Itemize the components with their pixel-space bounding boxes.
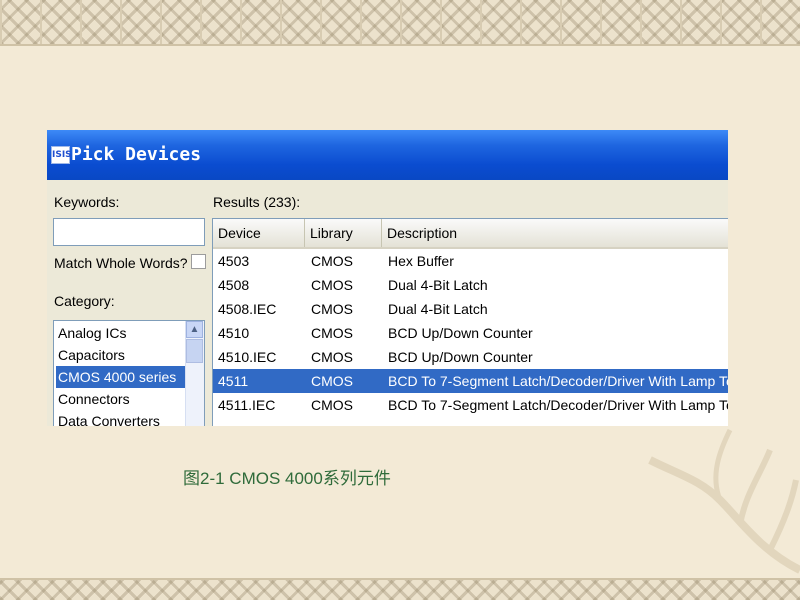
scroll-thumb[interactable]	[186, 339, 203, 363]
figure-caption: 图2-1 CMOS 4000系列元件	[183, 469, 391, 488]
device-cell: 4508.IEC	[218, 301, 277, 317]
description-cell: Hex Buffer	[388, 253, 454, 269]
table-row[interactable]: 4503 CMOS Hex Buffer	[213, 249, 728, 273]
table-row[interactable]: 4511.IEC CMOS BCD To 7-Segment Latch/Dec…	[213, 393, 728, 417]
device-cell: 4510	[218, 325, 250, 341]
library-cell: CMOS	[311, 301, 353, 317]
match-whole-words-checkbox[interactable]	[191, 254, 206, 269]
device-cell: 4503	[218, 253, 250, 269]
description-cell: BCD To 7-Segment Latch/Decoder/Driver Wi…	[388, 397, 728, 413]
library-cell: CMOS	[311, 325, 353, 341]
library-cell: CMOS	[311, 253, 353, 269]
description-cell: BCD Up/Down Counter	[388, 325, 533, 341]
category-scrollbar[interactable]: ▲	[185, 321, 204, 426]
title-bar[interactable]: ISIS Pick Devices	[47, 130, 728, 180]
results-label: Results (233):	[213, 194, 301, 210]
scroll-up-icon[interactable]: ▲	[186, 321, 203, 338]
description-cell: Dual 4-Bit Latch	[388, 277, 488, 293]
keywords-label: Keywords:	[54, 194, 120, 210]
category-label: Category:	[54, 293, 115, 309]
category-item[interactable]: Data Converters	[56, 410, 186, 426]
dialog-title: Pick Devices	[71, 144, 202, 165]
library-cell: CMOS	[311, 277, 353, 293]
table-row[interactable]: 4508.IEC CMOS Dual 4-Bit Latch	[213, 297, 728, 321]
device-cell: 4508	[218, 277, 250, 293]
category-item[interactable]: Capacitors	[56, 344, 186, 366]
description-cell: BCD To 7-Segment Latch/Decoder/Driver Wi…	[388, 373, 728, 389]
table-row[interactable]: 4510 CMOS BCD Up/Down Counter	[213, 321, 728, 345]
column-header-description[interactable]: Description	[382, 219, 728, 247]
table-row[interactable]: 4508 CMOS Dual 4-Bit Latch	[213, 273, 728, 297]
category-item[interactable]: Analog ICs	[56, 322, 186, 344]
description-cell: BCD Up/Down Counter	[388, 349, 533, 365]
description-cell: Dual 4-Bit Latch	[388, 301, 488, 317]
column-header-device[interactable]: Device	[213, 219, 305, 247]
library-cell: CMOS	[311, 397, 353, 413]
library-cell: CMOS	[311, 349, 353, 365]
device-cell: 4511.IEC	[218, 397, 276, 413]
isis-app-icon: ISIS	[51, 146, 72, 164]
library-cell: CMOS	[311, 373, 353, 389]
decorative-bottom-border	[0, 578, 800, 600]
device-cell: 4510.IEC	[218, 349, 277, 365]
category-item[interactable]: Connectors	[56, 388, 186, 410]
table-row-selected[interactable]: 4511 CMOS BCD To 7-Segment Latch/Decoder…	[213, 369, 728, 393]
results-table[interactable]: Device Library Description 4503 CMOS Hex…	[212, 218, 728, 426]
category-item-selected[interactable]: CMOS 4000 series	[56, 366, 186, 388]
category-list[interactable]: Analog ICs Capacitors CMOS 4000 series C…	[53, 320, 205, 426]
column-header-library[interactable]: Library	[305, 219, 382, 247]
table-header: Device Library Description	[213, 219, 728, 249]
match-whole-words-label: Match Whole Words?	[54, 255, 188, 271]
left-pane: Keywords: Match Whole Words? Category: A…	[47, 180, 207, 426]
table-row[interactable]: 4510.IEC CMOS BCD Up/Down Counter	[213, 345, 728, 369]
device-cell: 4511	[218, 373, 249, 389]
pick-devices-dialog: ISIS Pick Devices Keywords: Match Whole …	[47, 130, 728, 426]
keywords-input[interactable]	[53, 218, 205, 246]
decorative-top-border	[0, 0, 800, 46]
